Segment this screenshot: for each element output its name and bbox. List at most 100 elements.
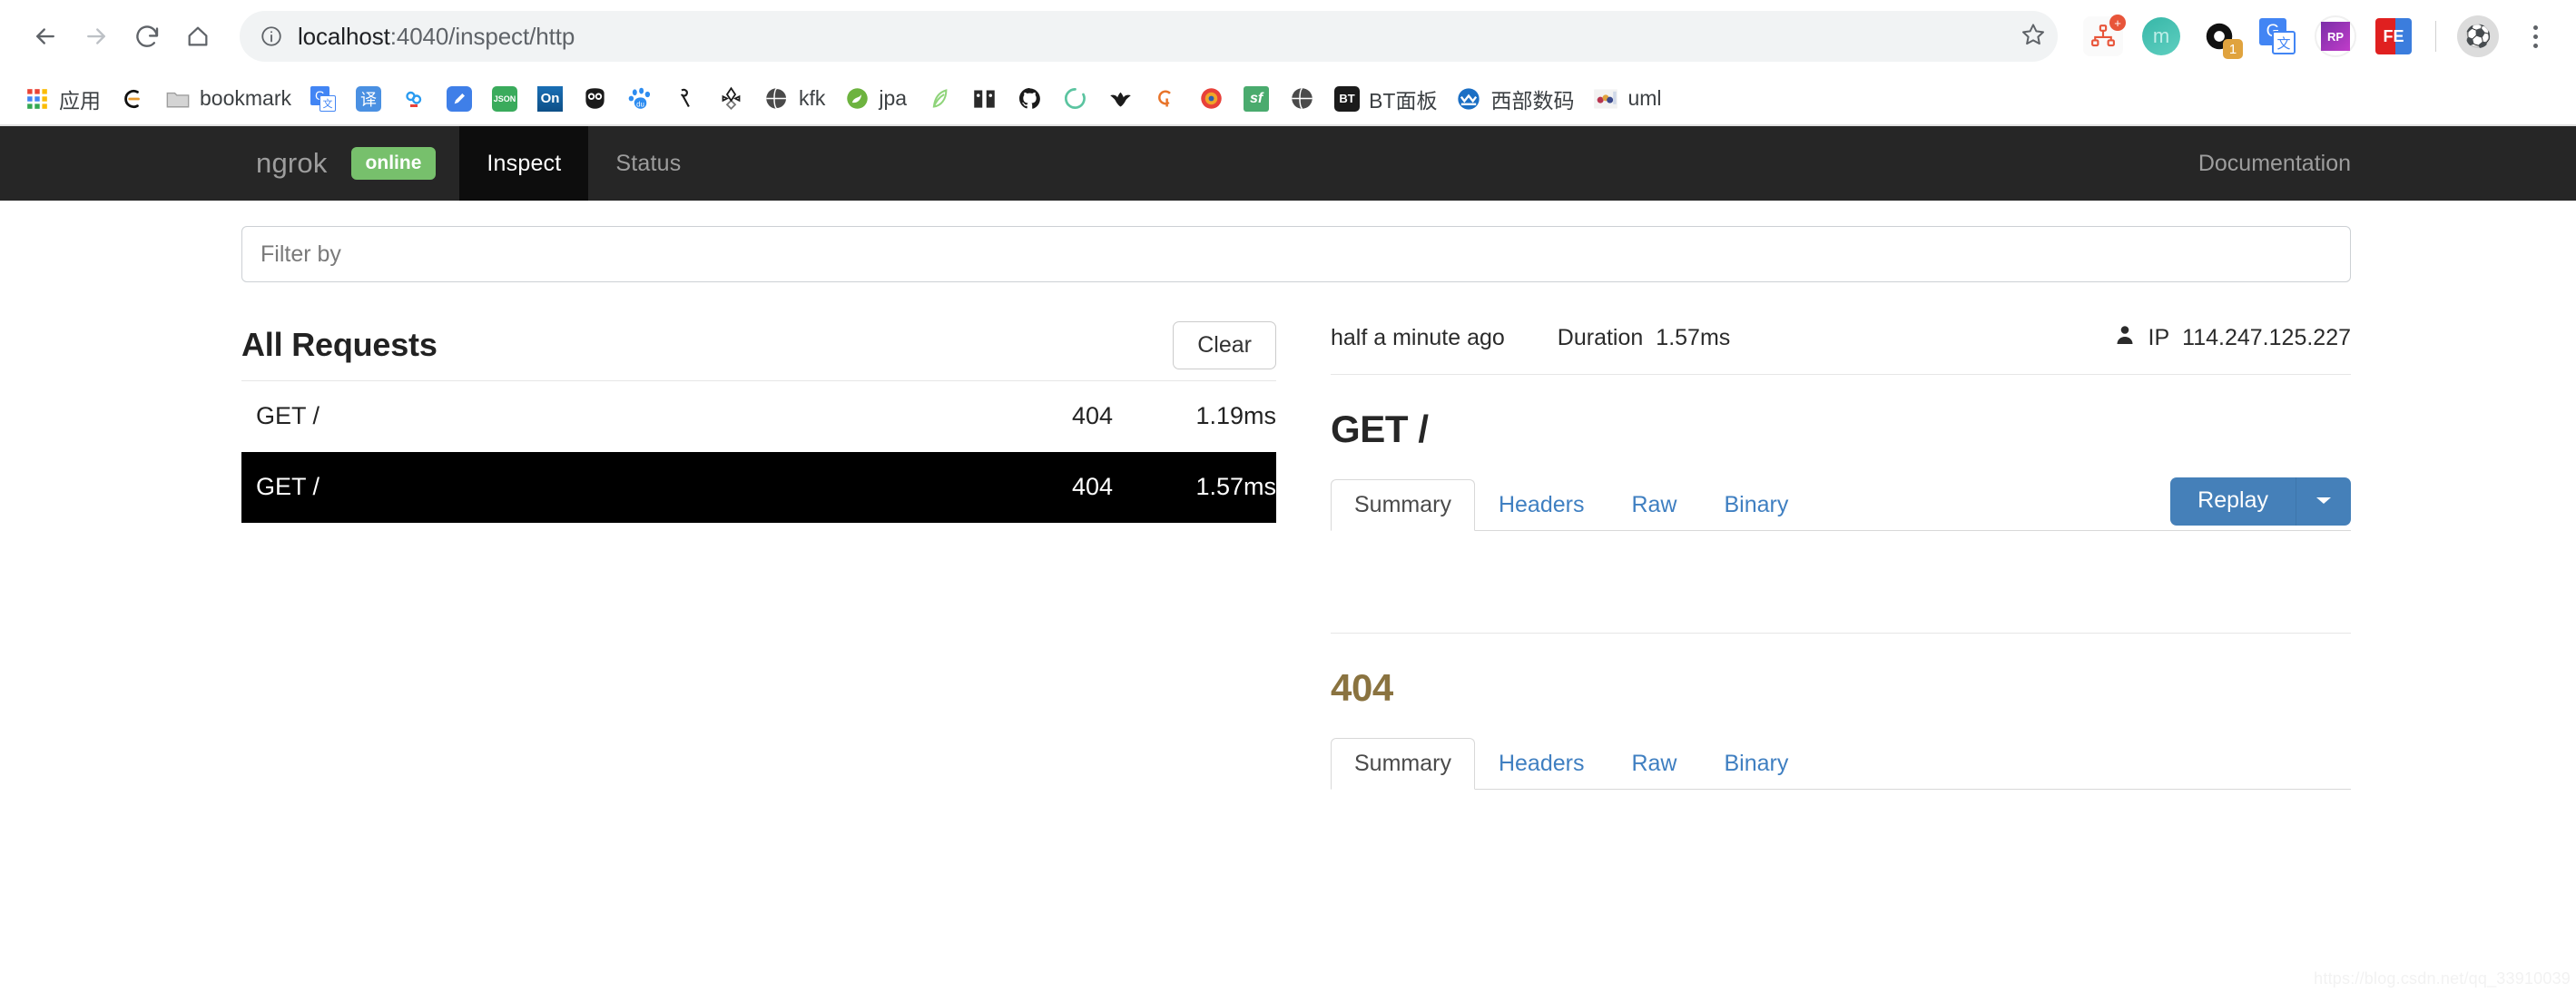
tab-headers[interactable]: Headers (1475, 738, 1608, 790)
ip-label: IP (2148, 325, 2170, 351)
bookmark-github[interactable] (1007, 82, 1052, 116)
globe-icon (763, 85, 791, 113)
bookmark-label: bookmark (200, 86, 291, 111)
blue-note-icon (446, 85, 473, 113)
reload-icon (133, 23, 161, 50)
ip-value: 114.247.125.227 (2182, 325, 2351, 351)
bookmark-globe-dark[interactable] (1279, 82, 1324, 116)
bookmark-owl[interactable] (573, 82, 618, 116)
bookmark-json[interactable]: JSON (482, 82, 527, 116)
chevron-down-icon (2315, 494, 2333, 509)
globe-dark-icon (1288, 85, 1315, 113)
tab-headers[interactable]: Headers (1475, 479, 1608, 531)
requests-list: GET / 404 1.19ms GET / 404 1.57ms (241, 380, 1276, 523)
google-translate-extension-icon[interactable]: G 文 (2253, 12, 2302, 61)
bookmark-green-leaf[interactable] (916, 82, 961, 116)
bookmark-jpa[interactable]: jpa (834, 82, 916, 116)
page-title: All Requests (241, 326, 438, 364)
address-host: localhost (298, 23, 390, 50)
replay-button[interactable]: Replay (2170, 477, 2296, 526)
table-row[interactable]: GET / 404 1.19ms (241, 381, 1276, 452)
book-icon (970, 85, 998, 113)
tab-raw[interactable]: Raw (1608, 738, 1700, 790)
bookmark-book[interactable] (961, 82, 1007, 116)
bookmark-apps[interactable]: 应用 (15, 80, 110, 118)
bookmark-star-button[interactable] (2011, 14, 2056, 59)
bookmark-google-translate[interactable]: G 文 (300, 82, 346, 116)
tab-summary[interactable]: Summary (1331, 479, 1475, 531)
bookmark-blue-note[interactable] (437, 82, 482, 116)
bookmark-kfk[interactable]: kfk (754, 82, 834, 116)
bookmark-west-digital[interactable]: 西部数码 (1446, 80, 1583, 118)
filter-input[interactable] (241, 226, 2351, 282)
bookmark-sf[interactable]: sf (1234, 82, 1279, 116)
fe-extension-icon[interactable]: FE (2369, 12, 2418, 61)
bookmark-ngrok[interactable] (1143, 82, 1188, 116)
response-status-title: 404 (1331, 666, 2351, 710)
metamask-extension-icon[interactable]: m (2137, 12, 2186, 61)
tab-binary[interactable]: Binary (1700, 479, 1812, 531)
site-info-icon[interactable] (260, 25, 283, 48)
bookmarks-bar: 应用 bookmark G 文 译 (0, 73, 2576, 125)
bookmark-c-logo[interactable] (110, 82, 155, 116)
extensions-area: + m 1 G 文 RP (2074, 12, 2556, 61)
reload-button[interactable] (122, 11, 172, 62)
tab-binary[interactable]: Binary (1700, 738, 1812, 790)
bookmark-sketch[interactable] (664, 82, 709, 116)
content-wrapper: All Requests Clear GET / 404 1.19ms GET … (0, 201, 2576, 790)
bookmark-label: 西部数码 (1490, 84, 1574, 114)
json-icon: JSON (491, 85, 518, 113)
home-button[interactable] (172, 11, 223, 62)
table-row[interactable]: GET / 404 1.57ms (241, 452, 1276, 523)
nav-tab-status[interactable]: Status (588, 126, 708, 201)
bookmark-eagle[interactable] (1097, 82, 1143, 116)
nav-tab-inspect[interactable]: Inspect (459, 126, 588, 201)
tab-raw[interactable]: Raw (1608, 479, 1700, 531)
profile-avatar[interactable]: ⚽ (2453, 12, 2502, 61)
request-status: 404 (949, 473, 1113, 501)
bookmark-bt-panel[interactable]: BT BT面板 (1324, 80, 1446, 118)
back-arrow-icon (32, 23, 59, 50)
clear-button[interactable]: Clear (1173, 321, 1276, 369)
diamond-icon (718, 85, 745, 113)
back-button[interactable] (20, 11, 71, 62)
forward-button[interactable] (71, 11, 122, 62)
bookmark-youdao[interactable]: 译 (346, 82, 391, 116)
documentation-link[interactable]: Documentation (2198, 126, 2351, 201)
request-status: 404 (949, 402, 1113, 430)
request-duration: 1.19ms (1113, 402, 1276, 430)
request-method-path: GET / (256, 473, 949, 501)
bookmark-on[interactable]: On (527, 82, 573, 116)
replay-dropdown-button[interactable] (2296, 477, 2351, 526)
menu-dot (2533, 44, 2538, 48)
axure-rp-extension-icon[interactable]: RP (2311, 12, 2360, 61)
bookmark-spinner[interactable] (1052, 82, 1097, 116)
bookmark-target[interactable] (1188, 82, 1234, 116)
toolbar-divider (2435, 21, 2436, 52)
client-ip: IP 114.247.125.227 (2114, 323, 2351, 353)
app-body: All Requests Clear GET / 404 1.19ms GET … (0, 201, 2576, 993)
tab-summary[interactable]: Summary (1331, 738, 1475, 790)
sitemap-extension-icon[interactable]: + (2079, 12, 2128, 61)
bookmark-diamond[interactable] (709, 82, 754, 116)
ngrok-orange-icon (1152, 85, 1179, 113)
bookmark-baidu[interactable]: du (618, 82, 664, 116)
bookmark-label: kfk (799, 86, 825, 111)
detail-panel: half a minute ago Duration 1.57ms IP 114… (1331, 310, 2351, 790)
bookmark-amap[interactable] (391, 82, 437, 116)
home-icon (185, 24, 211, 49)
ngrok-extension-icon[interactable]: 1 (2195, 12, 2244, 61)
west-digital-icon (1455, 85, 1482, 113)
bookmark-folder[interactable]: bookmark (155, 82, 300, 116)
sketch-icon (673, 85, 700, 113)
requests-panel: All Requests Clear GET / 404 1.19ms GET … (241, 310, 1276, 523)
apps-grid-icon (24, 85, 51, 113)
person-icon (2114, 323, 2136, 353)
bookmark-label: uml (1627, 86, 1661, 111)
chrome-menu-button[interactable] (2514, 12, 2556, 61)
bookmark-uml[interactable]: uml (1583, 82, 1670, 116)
request-method-path: GET / (256, 402, 949, 430)
google-translate-icon: G 文 (310, 85, 337, 113)
bookmark-label: 应用 (59, 84, 101, 114)
address-bar[interactable]: localhost:4040/inspect/http (240, 11, 2058, 62)
